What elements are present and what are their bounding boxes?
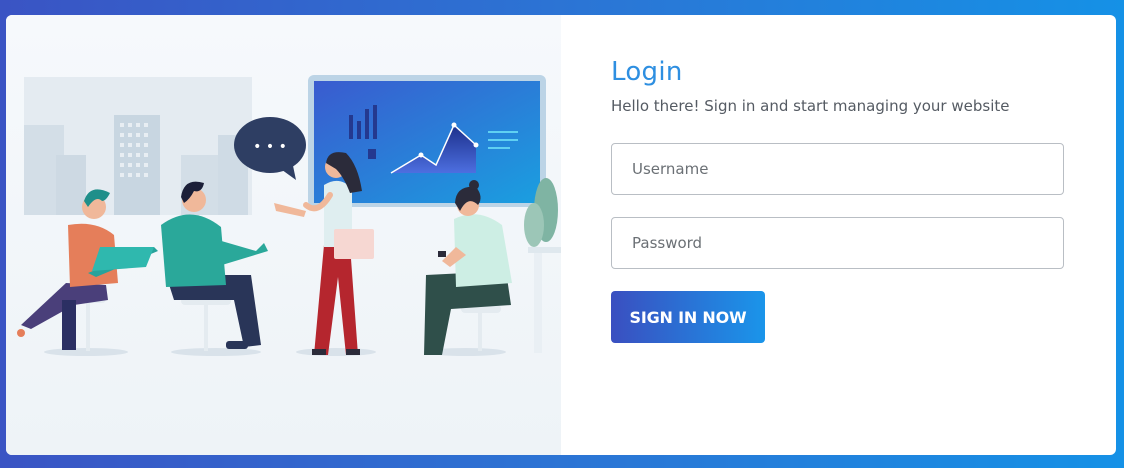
page-title: Login xyxy=(611,57,683,87)
team-meeting-illustration: • • • xyxy=(17,75,561,356)
speech-bubble-dots: • • • xyxy=(253,139,287,155)
page-subtitle: Hello there! Sign in and start managing … xyxy=(611,97,1010,115)
password-field[interactable] xyxy=(611,217,1064,269)
login-form: Login Hello there! Sign in and start man… xyxy=(611,15,1071,455)
sign-in-button[interactable]: SIGN IN NOW xyxy=(611,291,765,343)
username-field[interactable] xyxy=(611,143,1064,195)
login-card: • • • Login Hello there! Sign in and sta… xyxy=(6,15,1116,455)
illustration-panel: • • • xyxy=(6,15,561,455)
